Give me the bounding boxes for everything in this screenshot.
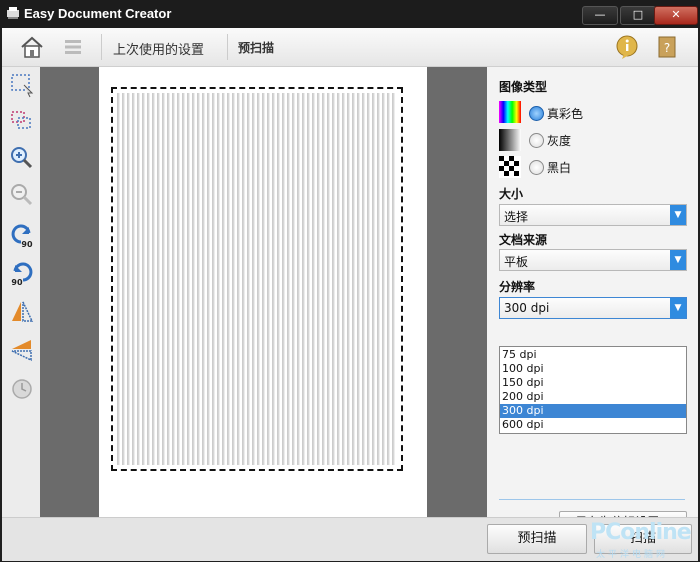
rotate-left-90-icon[interactable]: 90 (9, 222, 35, 248)
toolbar-separator (101, 34, 102, 60)
minimize-button[interactable]: — (582, 6, 618, 25)
resolution-value: 300 dpi (504, 301, 550, 315)
top-toolbar: 上次使用的设置 预扫描 ? (2, 28, 698, 67)
svg-text:90: 90 (21, 240, 33, 248)
panel-divider (499, 499, 685, 500)
prescan-title: 预扫描 (238, 41, 275, 55)
last-used-settings-tab[interactable]: 上次使用的设置 (113, 39, 204, 58)
resolution-option[interactable]: 150 dpi (500, 376, 686, 390)
rotate-right-90-icon[interactable]: 90 (9, 260, 35, 286)
preview-page (99, 67, 427, 517)
resolution-option-selected[interactable]: 300 dpi (500, 404, 686, 418)
watermark-logo: PConline 太平洋电脑网 (590, 520, 696, 560)
document-source-value: 平板 (504, 255, 529, 269)
svg-text:90: 90 (11, 278, 23, 286)
title-bar[interactable]: Easy Document Creator — □ ✕ (0, 0, 700, 28)
client-area: 上次使用的设置 预扫描 ? 90 90 图像类型 真彩色 灰度 黑白 大小 选择… (2, 28, 698, 561)
close-button[interactable]: ✕ (654, 6, 698, 25)
reset-icon[interactable] (9, 375, 35, 401)
info-icon[interactable] (614, 34, 640, 60)
resolution-option[interactable]: 75 dpi (500, 348, 686, 362)
image-type-label: 图像类型 (499, 80, 548, 94)
zoom-in-icon[interactable] (9, 145, 35, 171)
resolution-option[interactable]: 100 dpi (500, 362, 686, 376)
resolution-label: 分辨率 (499, 280, 536, 294)
size-select[interactable]: 选择 ▼ (499, 204, 687, 226)
true-color-swatch-icon (499, 101, 521, 123)
watermark-subtitle: 太平洋电脑网 (596, 550, 669, 560)
settings-panel: 图像类型 真彩色 灰度 黑白 大小 选择 ▼ 文档来源 平板 ▼ 分辨率 300… (487, 67, 698, 534)
scan-region-selection[interactable] (111, 87, 403, 471)
size-select-value: 选择 (504, 210, 529, 224)
black-white-swatch-icon (499, 156, 521, 178)
resolution-option[interactable]: 200 dpi (500, 390, 686, 404)
prescan-button[interactable]: 预扫描 (487, 524, 587, 554)
resolution-select[interactable]: 300 dpi ▼ (499, 297, 687, 319)
true-color-label: 真彩色 (547, 107, 584, 121)
chevron-down-icon[interactable]: ▼ (670, 205, 686, 225)
preview-area (40, 67, 487, 517)
black-white-label: 黑白 (547, 161, 572, 175)
resolution-dropdown-list: 75 dpi 100 dpi 150 dpi 200 dpi 300 dpi 6… (499, 346, 687, 434)
home-icon[interactable] (19, 34, 45, 60)
scanned-document-preview (117, 93, 397, 465)
flip-horizontal-icon[interactable] (9, 299, 35, 325)
help-book-icon[interactable]: ? (654, 34, 680, 60)
chevron-down-icon[interactable]: ▼ (670, 298, 686, 318)
grayscale-swatch-icon (499, 129, 521, 151)
size-label: 大小 (499, 187, 524, 201)
document-source-label: 文档来源 (499, 233, 548, 247)
multi-select-icon[interactable] (9, 107, 35, 133)
toolbar-separator (227, 34, 228, 60)
chevron-down-icon[interactable]: ▼ (670, 250, 686, 270)
black-white-radio[interactable] (529, 160, 544, 175)
document-source-select[interactable]: 平板 ▼ (499, 249, 687, 271)
grayscale-radio[interactable] (529, 133, 544, 148)
zoom-out-icon[interactable] (9, 182, 35, 208)
grayscale-label: 灰度 (547, 134, 572, 148)
window-title: Easy Document Creator (24, 6, 172, 21)
true-color-radio[interactable] (529, 106, 544, 121)
select-area-icon[interactable] (9, 72, 35, 98)
app-icon (7, 7, 19, 19)
flip-vertical-icon[interactable] (9, 337, 35, 363)
list-view-icon[interactable] (60, 34, 86, 60)
left-tool-panel: 90 90 (2, 67, 40, 517)
svg-text:?: ? (664, 41, 670, 55)
watermark-brand: PConline (590, 520, 692, 545)
resolution-option[interactable]: 600 dpi (500, 418, 686, 432)
maximize-button[interactable]: □ (620, 6, 656, 25)
app-window: Easy Document Creator — □ ✕ 上次使用的设置 预扫描 (0, 0, 700, 562)
